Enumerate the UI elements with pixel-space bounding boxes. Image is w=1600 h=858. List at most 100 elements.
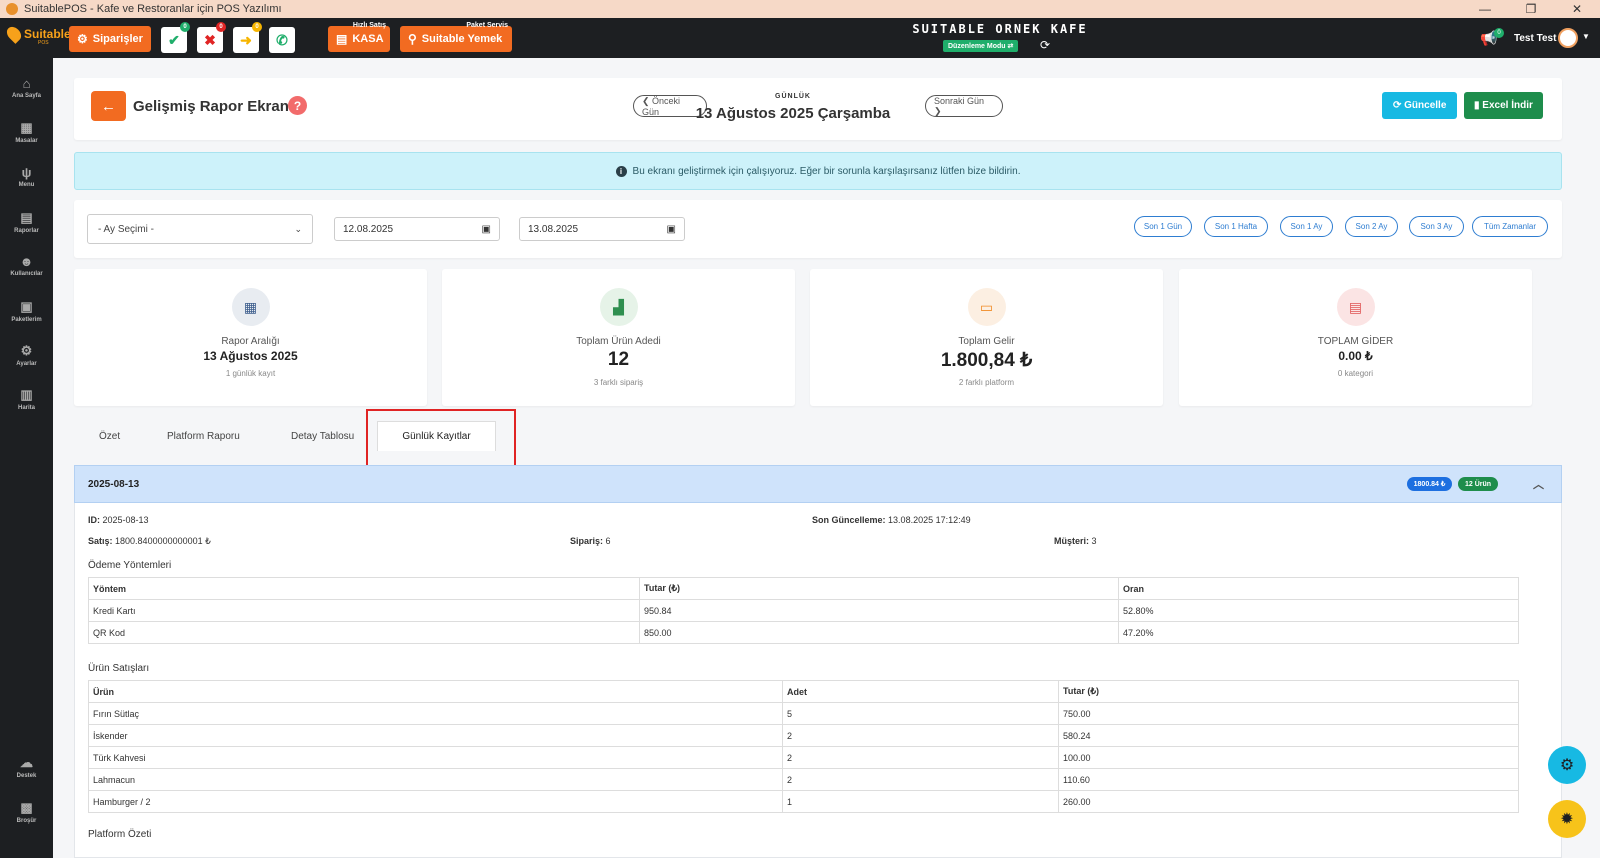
table-row: QR Kod 850.00 47.20% [88, 621, 1519, 644]
range-last-3-months-button[interactable]: Son 3 Ay [1409, 216, 1464, 237]
package-service-label: Paket Servis [466, 22, 508, 29]
cancel-badge: 0 [216, 22, 226, 32]
table-header: Adet [782, 680, 1059, 703]
table-cell: 47.20% [1118, 621, 1519, 644]
sidebar-item-reports[interactable]: ▤ Raporlar [0, 210, 53, 234]
products-table: Ürün Adet Tutar (₺) Fırın Sütlaç 5 750.0… [88, 680, 1519, 813]
reports-icon: ▤ [20, 210, 33, 225]
stat-sub: 0 kategori [1337, 369, 1374, 378]
table-row: Fırın Sütlaç 5 750.00 [88, 702, 1519, 725]
tab-detail-table[interactable]: Detay Tablosu [291, 431, 354, 442]
quick-phone-button[interactable]: ✆ [269, 27, 295, 53]
window-controls: — ❐ ✕ [1462, 2, 1600, 16]
record-updated-label: Son Güncelleme: [812, 515, 886, 525]
quick-cancel-button[interactable]: ✖ 0 [197, 22, 226, 53]
table-row: Hamburger / 2 1 260.00 [88, 790, 1519, 813]
calendar-icon[interactable]: ▣ [482, 224, 491, 235]
quick-check-button[interactable]: ✔ 0 [161, 22, 190, 53]
x-icon: ✖ [204, 31, 216, 48]
chevron-up-icon[interactable]: ︿ [1533, 476, 1544, 492]
table-cell: 2 [782, 724, 1059, 747]
record-id-value: 2025-08-13 [102, 515, 149, 525]
range-last-day-button[interactable]: Son 1 Gün [1134, 216, 1192, 237]
settings-fab-icon[interactable]: ⚙ [1548, 746, 1586, 784]
stat-sub: 2 farklı platform [958, 378, 1015, 387]
user-menu-caret-icon[interactable]: ▼ [1582, 32, 1590, 41]
sidebar-item-users[interactable]: ☻ Kullanıcılar [0, 254, 53, 277]
record-accordion-header[interactable]: 2025-08-13 1800.84 ₺ 12 Ürün ︿ [74, 465, 1562, 503]
stat-card-revenue: ▭ Toplam Gelir 1.800,84 ₺ 2 farklı platf… [810, 269, 1163, 406]
stat-value: 12 [607, 349, 630, 370]
motorbike-icon: ⚲ [408, 32, 417, 46]
range-last-week-button[interactable]: Son 1 Hafta [1204, 216, 1268, 237]
tab-summary[interactable]: Özet [99, 431, 120, 442]
chevron-down-icon: ⌄ [294, 223, 302, 234]
sidebar-item-map[interactable]: ▥ Harita [0, 387, 53, 411]
user-avatar[interactable] [1558, 28, 1578, 48]
range-last-2-months-button[interactable]: Son 2 Ay [1345, 216, 1398, 237]
sidebar-item-brochure[interactable]: ▩ Broşür [0, 800, 53, 824]
user-name[interactable]: Test Test [1514, 33, 1556, 44]
check-icon: ✔ [168, 31, 180, 48]
sidebar-item-settings[interactable]: ⚙ Ayarlar [0, 343, 53, 367]
close-button[interactable]: ✕ [1554, 2, 1600, 16]
table-cell: Kredi Kartı [88, 599, 640, 622]
stat-sub: 3 farklı sipariş [593, 378, 644, 387]
table-cell: 110.60 [1058, 768, 1519, 791]
stat-card-products: ▟ Toplam Ürün Adedi 12 3 farklı sipariş [442, 269, 795, 406]
items-badge: 12 Ürün [1458, 477, 1498, 491]
orders-button[interactable]: ⚙ Siparişler [69, 26, 151, 52]
receipt-icon: ▤ [1336, 288, 1375, 326]
suitable-yemek-button[interactable]: Paket Servis ⚲ Suitable Yemek [400, 22, 512, 52]
table-row: Lahmacun 2 110.60 [88, 768, 1519, 791]
calendar-icon[interactable]: ▣ [667, 224, 676, 235]
start-date-input[interactable]: 12.08.2025 ▣ [334, 217, 500, 241]
arrow-left-icon: ← [101, 97, 116, 115]
refresh-icon[interactable]: ⟳ [1040, 38, 1050, 52]
window-title: SuitablePOS - Kafe ve Restoranlar için P… [24, 3, 282, 15]
range-all-time-button[interactable]: Tüm Zamanlar [1472, 216, 1548, 237]
platform-summary-title: Platform Özeti [88, 829, 152, 840]
orders-label: Siparişler [92, 33, 143, 45]
products-title: Ürün Satışları [88, 663, 150, 674]
record-customers-label: Müşteri: [1054, 536, 1090, 546]
table-cell: Türk Kahvesi [88, 746, 783, 769]
sidebar-item-home[interactable]: ⌂ Ana Sayfa [0, 76, 53, 99]
maximize-button[interactable]: ❐ [1508, 2, 1554, 16]
stat-label: Toplam Gelir [958, 336, 1015, 347]
edit-mode-toggle[interactable]: Düzenleme Modu ⇄ [943, 40, 1019, 52]
back-button[interactable]: ← [91, 91, 126, 121]
sidebar-item-support[interactable]: ☁ Destek [0, 755, 53, 779]
tab-platform-report[interactable]: Platform Raporu [167, 431, 240, 442]
sidebar-item-label: Kullanıcılar [10, 271, 43, 277]
start-date-value: 12.08.2025 [343, 223, 394, 235]
excel-download-button[interactable]: ▮ Excel İndir [1464, 92, 1543, 119]
minimize-button[interactable]: — [1462, 2, 1508, 16]
quick-forward-button[interactable]: ➜ 0 [233, 22, 262, 53]
range-last-month-button[interactable]: Son 1 Ay [1280, 216, 1333, 237]
alert-text: Bu ekranı geliştirmek için çalışıyoruz. … [632, 165, 1021, 177]
table-cell: İskender [88, 724, 783, 747]
table-header-row: Yöntem Tutar (₺) Oran [88, 577, 1519, 600]
kasa-label: KASA [352, 33, 384, 45]
next-day-button[interactable]: Sonraki Gün ❯ [925, 95, 1003, 117]
lightbulb-fab-icon[interactable]: ✹ [1548, 800, 1586, 838]
sidebar-item-tables[interactable]: ▦ Masalar [0, 120, 53, 144]
sidebar-item-menu[interactable]: ψ Menu [0, 165, 53, 188]
update-button[interactable]: ⟳ Güncelle [1382, 92, 1458, 119]
month-select[interactable]: - Ay Seçimi - ⌄ [87, 214, 313, 244]
table-row: İskender 2 580.24 [88, 724, 1519, 747]
table-cell: Hamburger / 2 [88, 790, 783, 813]
record-id: ID: 2025-08-13 [88, 515, 149, 525]
table-cell: Fırın Sütlaç [88, 702, 783, 725]
table-header: Yöntem [88, 577, 640, 600]
logo-text: Suitable [24, 27, 71, 41]
end-date-input[interactable]: 13.08.2025 ▣ [519, 217, 685, 241]
record-orders-value: 6 [605, 536, 611, 546]
kasa-button[interactable]: Hızlı Satış ▤ KASA [328, 22, 390, 52]
help-icon[interactable]: ? [288, 96, 307, 115]
sidebar-item-packages[interactable]: ▣ Paketlerim [0, 299, 53, 323]
orders-gear-icon: ⚙ [77, 32, 88, 46]
table-header: Tutar (₺) [1058, 680, 1519, 703]
menu-icon: ψ [21, 165, 32, 180]
